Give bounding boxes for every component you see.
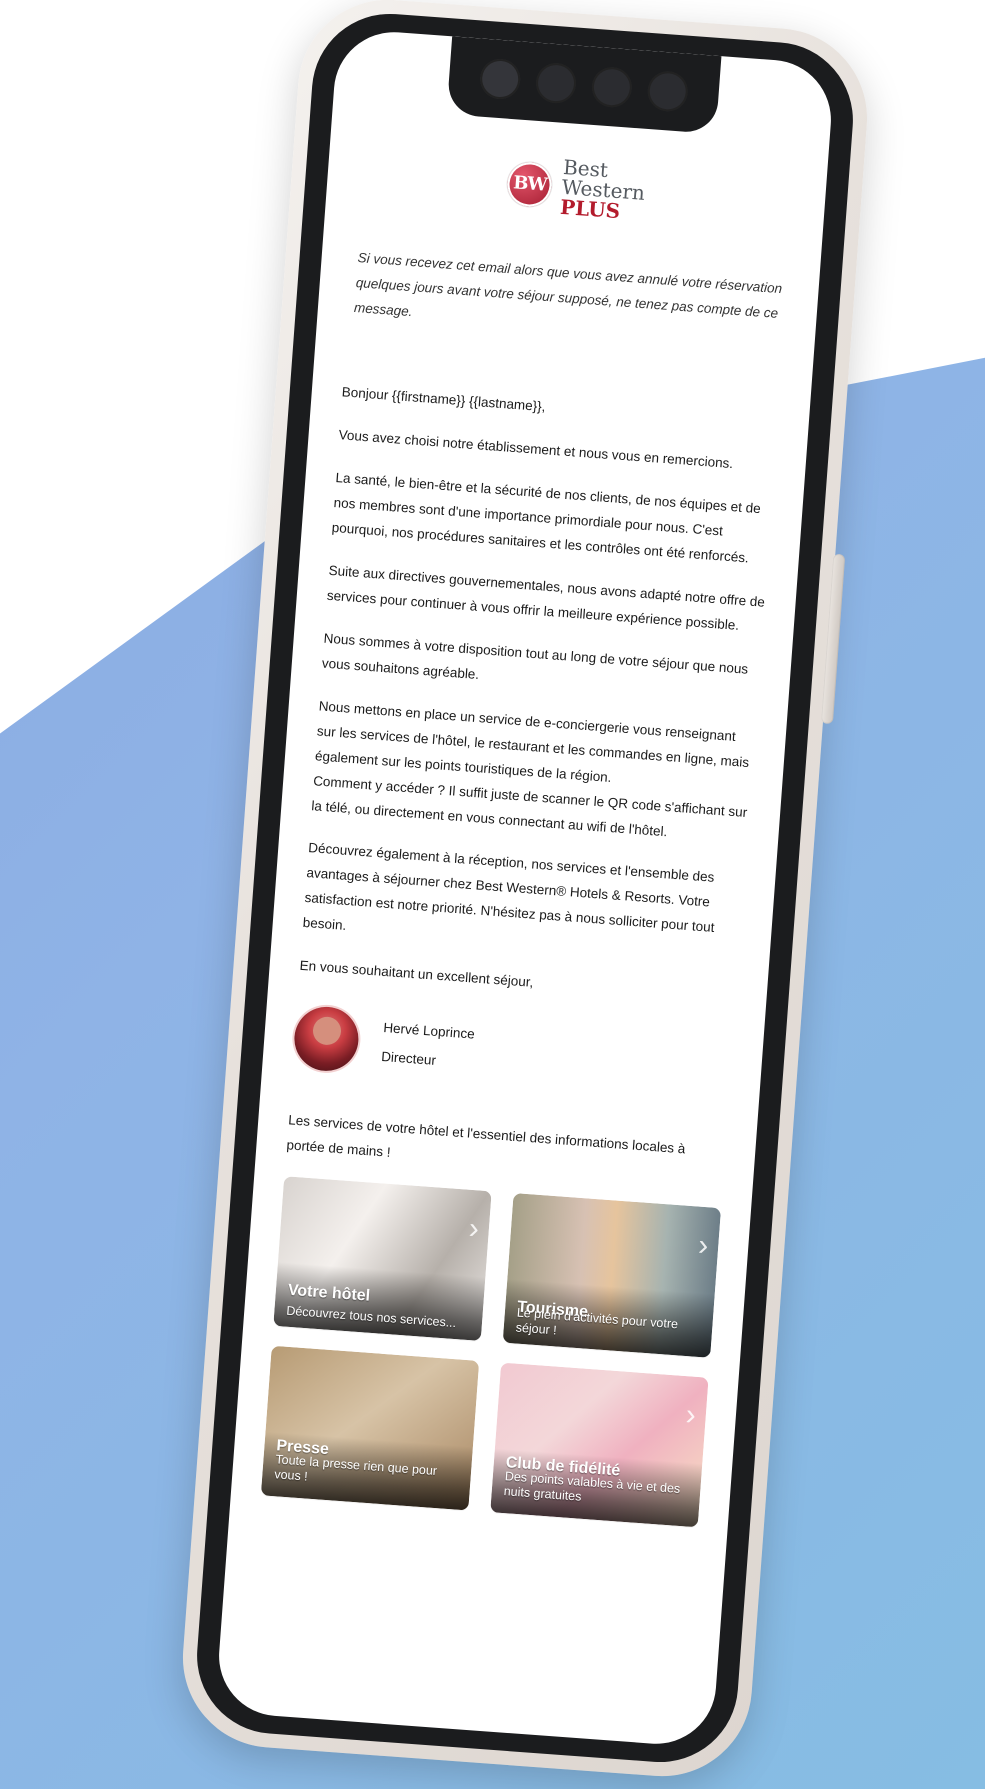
brand-logo-wrap: BW Best Western PLUS bbox=[356, 142, 797, 234]
signature-lines: Hervé Loprince Directeur bbox=[380, 1016, 476, 1076]
bw-badge-text: BW bbox=[512, 172, 548, 197]
card-votre-hotel[interactable]: › Votre hôtel Découvrez tous nos service… bbox=[273, 1176, 492, 1342]
signature-role: Directeur bbox=[380, 1049, 437, 1069]
cancellation-notice: Si vous recevez cet email alors que vous… bbox=[353, 250, 783, 321]
bw-badge-icon: BW bbox=[506, 160, 554, 209]
signature-block: Hervé Loprince Directeur bbox=[292, 1004, 734, 1101]
sensor-icon bbox=[646, 69, 690, 113]
card-club-fidelite[interactable]: › Club de fidélité Des points valables à… bbox=[490, 1362, 709, 1528]
logo-text: Best Western PLUS bbox=[559, 155, 648, 223]
camera-icon bbox=[478, 57, 522, 101]
paragraph-discover: Découvrez également à la réception, nos … bbox=[302, 840, 715, 936]
sensor-icon bbox=[590, 65, 634, 109]
services-intro: Les services de votre hôtel et l'essenti… bbox=[285, 1112, 686, 1161]
card-presse[interactable]: Presse Toute la presse rien que pour vou… bbox=[260, 1345, 480, 1511]
avatar bbox=[292, 1004, 361, 1074]
paragraph-availability: Nous sommes à votre disposition tout au … bbox=[321, 630, 749, 682]
service-cards-grid: › Votre hôtel Découvrez tous nos service… bbox=[260, 1176, 722, 1528]
paragraph-directives: Suite aux directives gouvernementales, n… bbox=[326, 562, 766, 633]
signature-name: Hervé Loprince bbox=[382, 1020, 476, 1043]
card-tourisme[interactable]: › Tourisme Le plein d'activités pour vot… bbox=[502, 1193, 722, 1359]
best-western-logo[interactable]: BW Best Western PLUS bbox=[506, 153, 647, 223]
sensor-icon bbox=[534, 61, 578, 105]
paragraph-e-concierge: Nous mettons en place un service de e-co… bbox=[311, 694, 757, 851]
paragraph-health-safety: La santé, le bien-être et la sécurité de… bbox=[331, 469, 762, 566]
